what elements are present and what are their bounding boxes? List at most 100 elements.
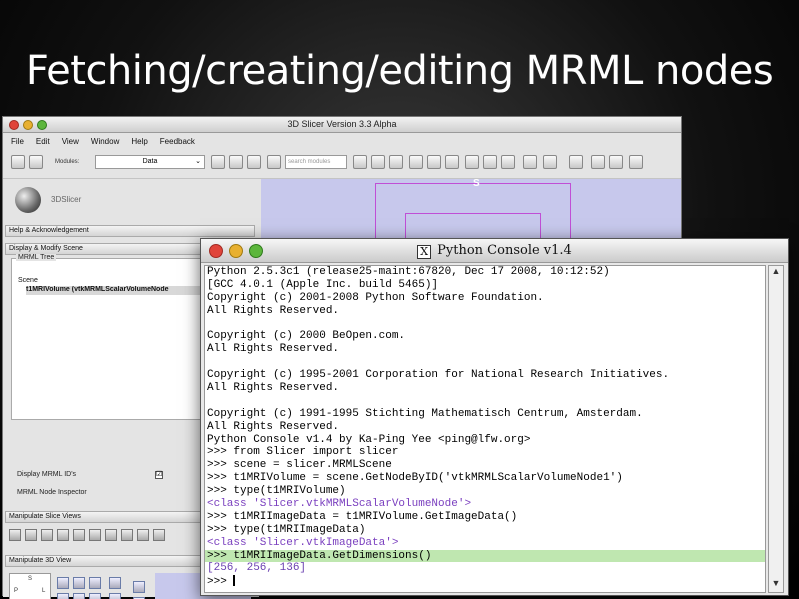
x11-icon: X xyxy=(417,245,432,259)
home-icon[interactable] xyxy=(371,155,385,169)
console-line: >>> t1MRIImageData.GetDimensions() xyxy=(205,549,765,563)
main-toolbar: Modules: Data ⌄ search modules xyxy=(3,149,681,179)
rotate-icon[interactable] xyxy=(629,155,643,169)
slicer-logo-text: 3DSlicer xyxy=(51,195,82,204)
console-output[interactable]: Python 2.5.3c1 (release25-maint:67820, D… xyxy=(204,265,766,593)
slice-tool-10-icon[interactable] xyxy=(153,529,165,541)
scroll-down-icon[interactable]: ▼ xyxy=(769,578,783,592)
menu-view[interactable]: View xyxy=(62,137,79,146)
view-btn-6-icon[interactable] xyxy=(89,593,101,599)
place-icon[interactable] xyxy=(609,155,623,169)
screenshot-icon[interactable] xyxy=(569,155,583,169)
slice-tool-8-icon[interactable] xyxy=(121,529,133,541)
axis-label-l: L xyxy=(42,588,46,594)
module-select-value: Data xyxy=(142,158,158,165)
console-prompt: >>> xyxy=(207,576,234,589)
console-line: >>> from Slicer import slicer xyxy=(207,446,399,459)
axis-label-p: P xyxy=(14,588,19,594)
volumes-icon[interactable] xyxy=(409,155,423,169)
load-scene-icon[interactable] xyxy=(11,155,25,169)
console-line: Copyright (c) 2000 BeOpen.com. xyxy=(207,330,406,343)
view-btn-1-icon[interactable] xyxy=(57,577,69,589)
slice-tool-5-icon[interactable] xyxy=(73,529,85,541)
menu-help[interactable]: Help xyxy=(131,137,147,146)
slicer-logo-icon xyxy=(15,187,41,213)
module-select[interactable]: Data ⌄ xyxy=(95,155,205,169)
console-line: All Rights Reserved. xyxy=(207,304,340,317)
slice-tool-6-icon[interactable] xyxy=(89,529,101,541)
text-cursor xyxy=(233,575,236,587)
slide-title: Fetching/creating/editing MRML nodes xyxy=(25,48,774,94)
slicer-window-title: 3D Slicer Version 3.3 Alpha xyxy=(287,119,397,129)
console-line: Copyright (c) 1995-2001 Corporation for … xyxy=(207,369,670,382)
console-line: [256, 256, 136] xyxy=(207,562,307,575)
undo-icon[interactable] xyxy=(523,155,537,169)
redo-icon[interactable] xyxy=(543,155,557,169)
console-line: Copyright (c) 2001-2008 Python Software … xyxy=(207,291,544,304)
console-line: All Rights Reserved. xyxy=(207,420,340,433)
node-inspector-label: MRML Node Inspector xyxy=(17,489,87,496)
console-line: <class 'Slicer.vtkImageData'> xyxy=(207,536,399,549)
module-search-input[interactable]: search modules xyxy=(285,155,347,169)
orientation-widget[interactable]: S P L R A I xyxy=(9,573,51,599)
view-btn-4-icon[interactable] xyxy=(57,593,69,599)
console-line: >>> type(t1MRIImageData) xyxy=(207,523,366,536)
tree-item-scene[interactable]: Scene xyxy=(18,277,38,284)
chevron-down-icon: ⌄ xyxy=(195,158,201,165)
zoom-in-icon[interactable] xyxy=(109,577,121,589)
zoom-out-icon[interactable] xyxy=(109,593,121,599)
console-line: [GCC 4.0.1 (Apple Inc. build 5465)] xyxy=(207,278,439,291)
view-btn-3-icon[interactable] xyxy=(89,577,101,589)
save-scene-icon[interactable] xyxy=(29,155,43,169)
menu-window[interactable]: Window xyxy=(91,137,119,146)
console-line: Python Console v1.4 by Ka-Ping Yee <ping… xyxy=(207,433,531,446)
editor-icon[interactable] xyxy=(465,155,479,169)
slice-tool-9-icon[interactable] xyxy=(137,529,149,541)
measure-icon[interactable] xyxy=(483,155,497,169)
color-icon[interactable] xyxy=(501,155,515,169)
help-section-header[interactable]: Help & Acknowledgement xyxy=(5,225,255,237)
slice-tool-2-icon[interactable] xyxy=(25,529,37,541)
console-prompt-line[interactable]: >>> xyxy=(205,575,765,588)
menu-edit[interactable]: Edit xyxy=(36,137,50,146)
scroll-up-icon[interactable]: ▲ xyxy=(769,266,783,280)
modules-label: Modules: xyxy=(55,159,80,165)
console-line: <class 'Slicer.vtkMRMLScalarVolumeNode'> xyxy=(207,498,472,511)
module-forward-icon[interactable] xyxy=(229,155,243,169)
view-btn-5-icon[interactable] xyxy=(73,593,85,599)
module-back-icon[interactable] xyxy=(211,155,225,169)
python-console-window: X Python Console v1.4 Python 2.5.3c1 (rel… xyxy=(200,238,789,596)
mouse-mode-icon[interactable] xyxy=(591,155,605,169)
menu-file[interactable]: File xyxy=(11,137,24,146)
console-line: >>> t1MRIVolume = scene.GetNodeByID('vtk… xyxy=(207,472,623,485)
slice-tool-3-icon[interactable] xyxy=(41,529,53,541)
menu-bar: File Edit View Window Help Feedback xyxy=(3,133,681,149)
console-line: >>> type(t1MRIVolume) xyxy=(207,485,346,498)
slicer-titlebar: 3D Slicer Version 3.3 Alpha xyxy=(3,117,681,133)
refresh-icon[interactable] xyxy=(267,155,281,169)
view-btn-2-icon[interactable] xyxy=(73,577,85,589)
slice-tool-1-icon[interactable] xyxy=(9,529,21,541)
data-icon[interactable] xyxy=(389,155,403,169)
console-line: >>> scene = slicer.MRMLScene xyxy=(207,459,392,472)
pitch-icon[interactable] xyxy=(133,581,145,593)
console-title-text: Python Console v1.4 xyxy=(437,243,572,258)
slice-tool-7-icon[interactable] xyxy=(105,529,117,541)
console-line: >>> t1MRIImageData = t1MRIVolume.GetImag… xyxy=(207,510,518,523)
menu-feedback[interactable]: Feedback xyxy=(160,137,195,146)
display-ids-checkbox[interactable]: ☑ xyxy=(155,471,163,479)
console-scrollbar[interactable]: ▲ ▼ xyxy=(768,265,784,593)
layout-icon[interactable] xyxy=(353,155,367,169)
display-ids-label: Display MRML ID's xyxy=(17,471,77,478)
models-icon[interactable] xyxy=(427,155,441,169)
console-line: Python 2.5.3c1 (release25-maint:67820, D… xyxy=(207,266,610,278)
viewer-orientation-label: S xyxy=(473,178,480,189)
module-prev-icon[interactable] xyxy=(247,155,261,169)
view3d-buttons xyxy=(57,577,145,599)
fiducials-icon[interactable] xyxy=(445,155,459,169)
axis-label-s: S xyxy=(28,576,33,582)
slice-tool-4-icon[interactable] xyxy=(57,529,69,541)
